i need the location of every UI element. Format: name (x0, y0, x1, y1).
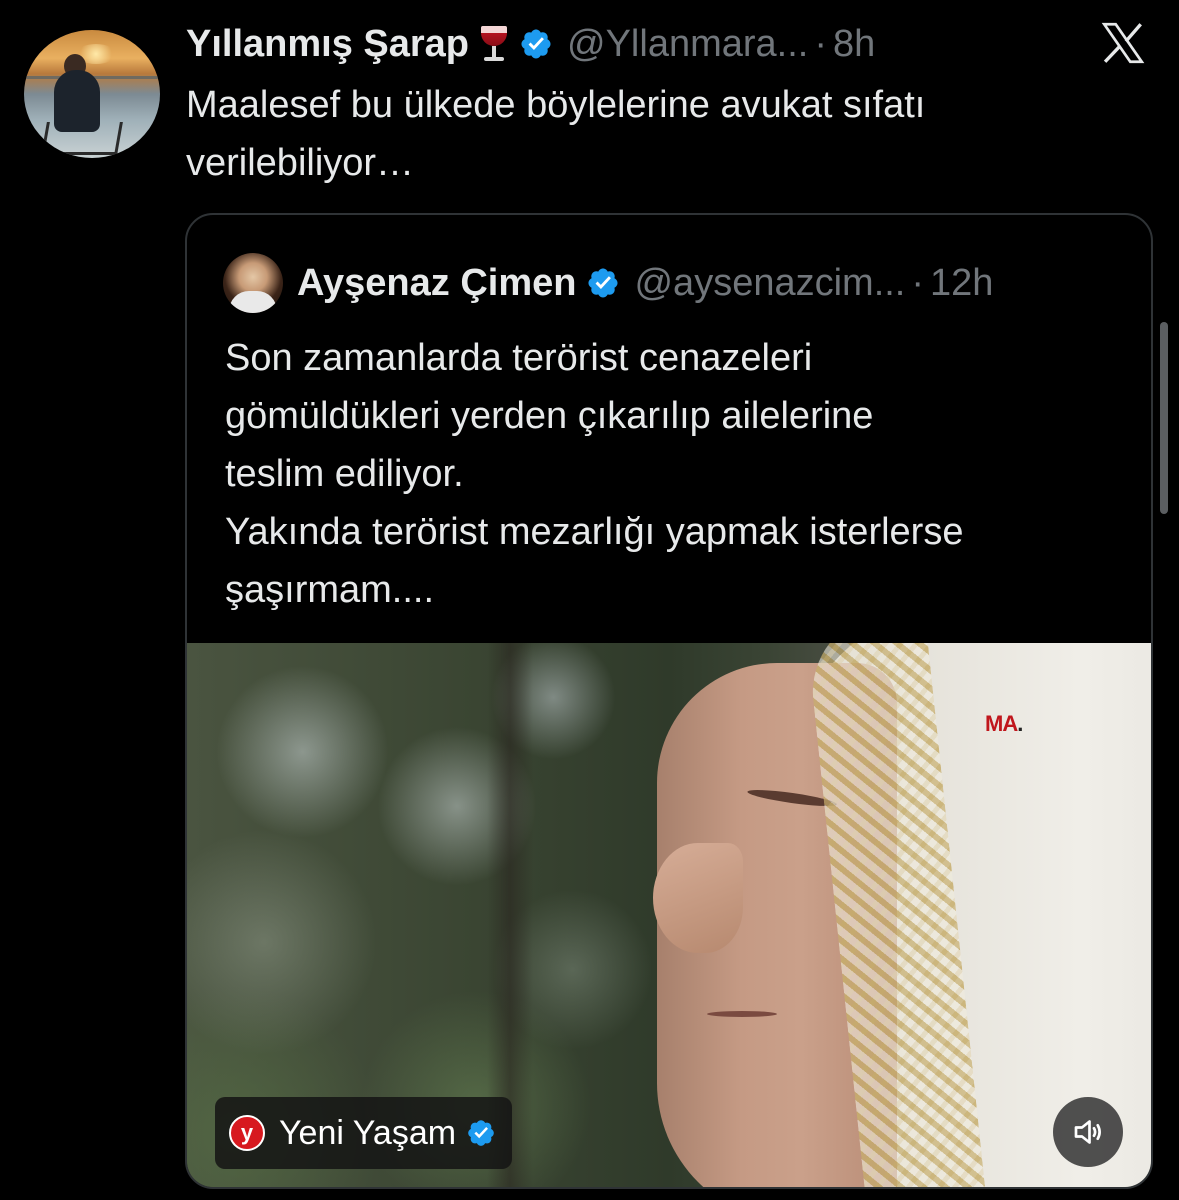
quoted-text-line: gömüldükleri yerden çıkarılıp ailelerine (225, 395, 874, 437)
author-handle[interactable]: @Yllanmara... (567, 23, 808, 66)
tweet-time[interactable]: 8h (833, 23, 875, 66)
video-source-name: Yeni Yaşam (279, 1113, 457, 1152)
quoted-author-name[interactable]: Ayşenaz Çimen (297, 262, 576, 305)
wine-glass-icon (479, 24, 509, 64)
quoted-tweet-header: Ayşenaz Çimen @aysenazcim... · 12h (297, 255, 993, 311)
tweet-header: Yıllanmış Şarap @Yllanmara... · 8h (186, 16, 875, 72)
video-watermark: MA. (985, 711, 1023, 737)
watermark-dark: . (1017, 711, 1023, 736)
yeni-yasam-logo-icon: y (229, 1115, 265, 1151)
tweet-text-line: verilebiliyor… (186, 142, 415, 184)
video-mouth (707, 1011, 777, 1017)
speaker-icon (1074, 1120, 1101, 1144)
quoted-author-handle[interactable]: @aysenazcim... (634, 262, 905, 305)
quoted-tweet-card[interactable]: Ayşenaz Çimen @aysenazcim... · 12h Son z… (185, 213, 1153, 1189)
tweet-text-line: Maalesef bu ülkede böylelerine avukat sı… (186, 84, 926, 126)
separator-dot: · (911, 261, 925, 304)
quoted-author-avatar[interactable] (223, 253, 283, 313)
volume-button[interactable] (1053, 1097, 1123, 1167)
quoted-tweet-text: Son zamanlarda terörist cenazeleri gömül… (225, 329, 1125, 619)
video-source-chip[interactable]: y Yeni Yaşam (215, 1097, 513, 1169)
x-logo-icon (1101, 22, 1145, 64)
tweet-text: Maalesef bu ülkede böylelerine avukat sı… (186, 76, 1126, 192)
verified-badge-icon (468, 1120, 494, 1146)
verified-badge-icon (521, 29, 551, 59)
separator-dot: · (814, 22, 827, 65)
quoted-text-line: teslim ediliyor. (225, 453, 464, 495)
author-avatar[interactable] (24, 30, 160, 158)
quoted-tweet-time[interactable]: 12h (930, 262, 993, 305)
author-name[interactable]: Yıllanmış Şarap (186, 23, 469, 66)
scrollbar[interactable] (1160, 322, 1168, 514)
video-nose (653, 843, 743, 953)
avatar-chair (41, 122, 123, 155)
video-player[interactable]: MA. y Yeni Yaşam (187, 643, 1151, 1187)
quoted-text-line: Son zamanlarda terörist cenazeleri (225, 337, 813, 379)
tweet-screen: Yıllanmış Şarap @Yllanmara... · 8h Maale… (0, 0, 1179, 1200)
quoted-text-line: şaşırmam.... (225, 569, 435, 611)
verified-badge-icon (588, 268, 619, 298)
quoted-text-line: Yakında terörist mezarlığı yapmak isterl… (225, 511, 964, 553)
watermark-red: MA (985, 711, 1018, 736)
